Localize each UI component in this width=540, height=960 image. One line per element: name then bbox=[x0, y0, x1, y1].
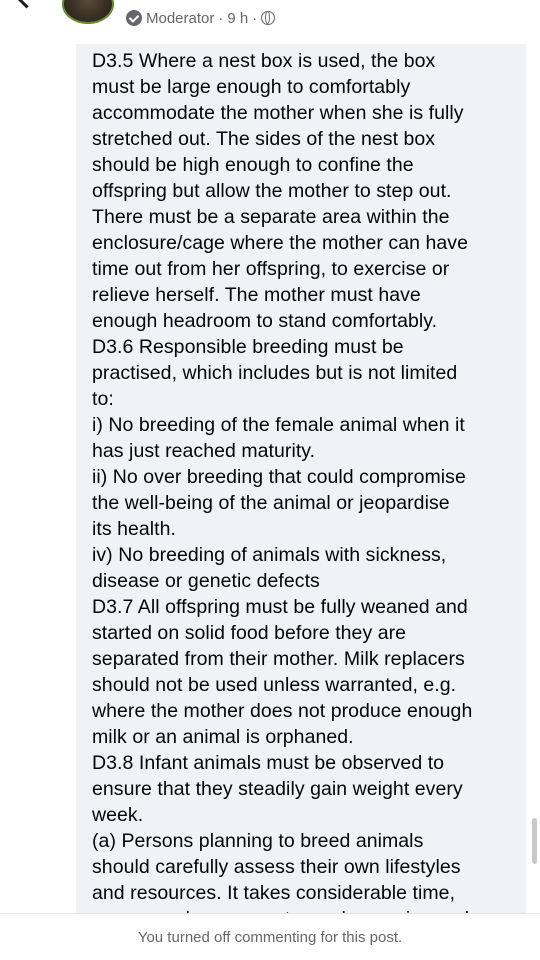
scrollbar[interactable] bbox=[532, 818, 537, 864]
more-options-icon[interactable] bbox=[510, 0, 532, 2]
globe-icon[interactable] bbox=[261, 11, 276, 25]
post-text-line: (a) Persons planning to breed animals bbox=[92, 830, 424, 852]
post-text-line: where the mother does not produce enough bbox=[92, 700, 473, 722]
post-text-line: to: bbox=[92, 388, 114, 410]
post-text-bubble: D3.5 Where a nest box is used, the box mu… bbox=[76, 44, 526, 914]
post-text-line: milk or an animal is orphaned. bbox=[92, 726, 354, 748]
post-text-line: the well-being of the animal or jeopardi… bbox=[92, 492, 450, 514]
role-label: Moderator bbox=[146, 9, 215, 27]
post-text-line: must be large enough to comfortably bbox=[92, 76, 411, 98]
post-text-line: should carefully assess their own lifest… bbox=[92, 856, 461, 878]
post-text-line: There must be a separate area within the bbox=[92, 206, 450, 228]
post-text-line: D3.7 All offspring must be fully weaned … bbox=[92, 596, 468, 618]
back-chevron-icon[interactable] bbox=[14, 0, 39, 9]
post-text-line: disease or genetic defects bbox=[92, 570, 320, 592]
post-text-line: separated from their mother. Milk replac… bbox=[92, 648, 465, 670]
post-text-line: relieve herself. The mother must have bbox=[92, 284, 421, 306]
post-text-line: D3.6 Responsible breeding must be bbox=[92, 336, 404, 358]
post-text-line: enough headroom to stand comfortably. bbox=[92, 310, 438, 332]
post-text-line: its health. bbox=[92, 518, 177, 540]
post-text-line: i) No breeding of the female animal when… bbox=[92, 414, 465, 436]
post-text-line: accommodate the mother when she is fully bbox=[92, 102, 464, 124]
comments-off-notice: You turned off commenting for this post. bbox=[0, 914, 540, 960]
meta-separator: · bbox=[218, 9, 224, 27]
post-meta: Moderator · 9 h · bbox=[126, 6, 276, 30]
post-text-line: ensure that they steadily gain weight ev… bbox=[92, 778, 463, 800]
post-text-line: started on solid food before they are bbox=[92, 622, 407, 644]
post-time[interactable]: 9 h bbox=[227, 10, 248, 27]
post-text-line: ii) No over breeding that could compromi… bbox=[92, 466, 466, 488]
post-text-line: practised, which includes but is not lim… bbox=[92, 362, 458, 384]
post-text-line: time out from her offspring, to exercise… bbox=[92, 258, 450, 280]
post-text-line: stretched out. The sides of the nest box bbox=[92, 128, 436, 150]
post-text-line: enclosure/cage where the mother can have bbox=[92, 232, 468, 254]
post-text-line: should be high enough to confine the bbox=[92, 154, 414, 176]
comments-off-label: You turned off commenting for this post. bbox=[137, 928, 403, 946]
post-text-line: iv) No breeding of animals with sickness… bbox=[92, 544, 447, 566]
post-text-line: week. bbox=[92, 804, 144, 826]
post-text-line: has just reached maturity. bbox=[92, 440, 316, 462]
meta-separator: · bbox=[252, 9, 258, 27]
post-text-line: should not be used unless warranted, e.g… bbox=[92, 674, 457, 696]
post-body-text: D3.5 Where a nest box is used, the box mu… bbox=[92, 48, 516, 914]
moderator-badge-icon bbox=[126, 10, 142, 26]
post-text-line: offspring but allow the mother to step o… bbox=[92, 180, 452, 202]
post-text-line: D3.8 Infant animals must be observed to bbox=[92, 752, 445, 774]
post-header: Moderator · 9 h · bbox=[0, 0, 540, 44]
avatar[interactable] bbox=[62, 0, 114, 24]
post-text-line: D3.5 Where a nest box is used, the box bbox=[92, 50, 436, 72]
post-text-line: and resources. It takes considerable tim… bbox=[92, 882, 456, 904]
